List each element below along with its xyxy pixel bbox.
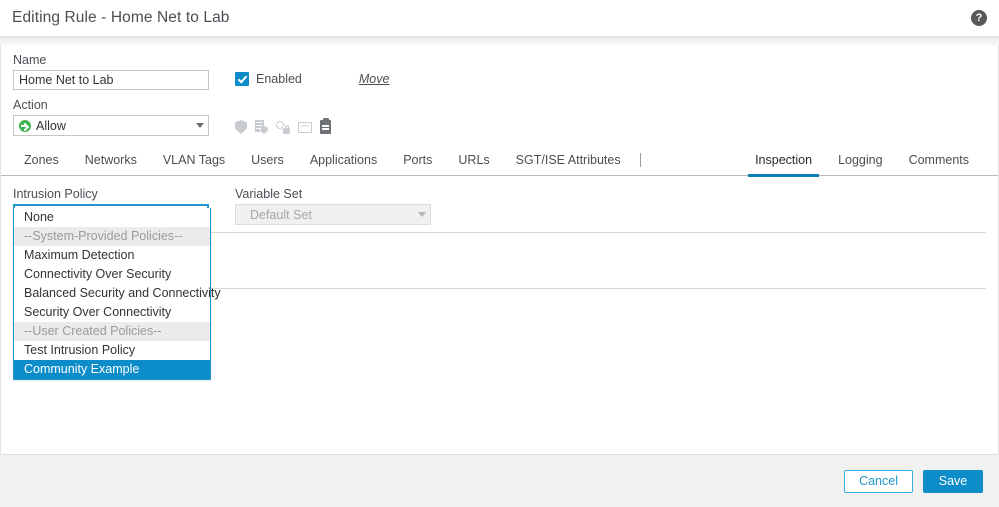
inspection-fields: Intrusion Policy None None --System-Prov…: [13, 187, 986, 380]
save-button[interactable]: Save: [923, 469, 983, 493]
action-label: Action: [13, 98, 48, 112]
dropdown-option-community-example[interactable]: Community Example: [14, 360, 210, 379]
dropdown-group-user-created: --User Created Policies--: [14, 322, 210, 341]
tab-users[interactable]: Users: [238, 153, 297, 175]
chevron-down-icon: [196, 123, 204, 128]
intrusion-policy-field: Intrusion Policy None None --System-Prov…: [13, 187, 221, 380]
variable-set-label: Variable Set: [235, 187, 303, 201]
enabled-checkbox[interactable]: [235, 72, 249, 86]
rule-tabbar: Zones Networks VLAN Tags Users Applicati…: [1, 145, 998, 177]
cancel-button[interactable]: Cancel: [844, 469, 913, 493]
enabled-label: Enabled: [256, 72, 302, 86]
dropdown-option-maximum-detection[interactable]: Maximum Detection: [14, 246, 210, 265]
tab-ports[interactable]: Ports: [390, 153, 445, 175]
tab-sgt-ise-attributes[interactable]: SGT/ISE Attributes: [503, 153, 634, 175]
file-policy-icon[interactable]: [255, 120, 268, 134]
tab-comments[interactable]: Comments: [896, 153, 982, 175]
variable-set-select: Default Set: [235, 204, 431, 225]
intrusion-policy-dropdown[interactable]: None --System-Provided Policies-- Maximu…: [13, 208, 221, 380]
rule-inline-icons: [235, 118, 331, 134]
help-icon[interactable]: ?: [971, 10, 987, 26]
tabs-left-group: Zones Networks VLAN Tags Users Applicati…: [11, 145, 647, 175]
dropdown-group-system-provided: --System-Provided Policies--: [14, 227, 210, 246]
tab-logging[interactable]: Logging: [825, 153, 896, 175]
tabs-right-group: Inspection Logging Comments: [742, 145, 988, 177]
rule-top-form: Name Enabled Move Action Allow: [1, 45, 998, 136]
tab-networks[interactable]: Networks: [72, 153, 150, 175]
action-row: Allow: [13, 115, 986, 136]
action-select[interactable]: Allow: [13, 115, 209, 136]
dialog-titlebar: Editing Rule - Home Net to Lab ?: [0, 0, 999, 36]
intrusion-policy-label: Intrusion Policy: [13, 187, 98, 201]
chevron-down-icon: [418, 212, 426, 217]
editing-rule-dialog: Editing Rule - Home Net to Lab ? Name En…: [0, 0, 999, 507]
logging-icon[interactable]: [320, 118, 331, 134]
inspection-panel: Intrusion Policy None None --System-Prov…: [1, 176, 998, 380]
dialog-title: Editing Rule - Home Net to Lab: [12, 9, 230, 26]
variable-set-value: Default Set: [250, 207, 312, 222]
dialog-body: Name Enabled Move Action Allow: [0, 45, 999, 454]
name-label: Name: [13, 53, 47, 67]
dialog-footer: Cancel Save: [0, 454, 999, 507]
identity-inspection-icon[interactable]: [276, 120, 290, 134]
dropdown-option-balanced-security-and-connectivity[interactable]: Balanced Security and Connectivity: [14, 284, 221, 303]
enabled-checkbox-group[interactable]: Enabled: [235, 72, 302, 86]
tab-vlan-tags[interactable]: VLAN Tags: [150, 153, 238, 175]
tab-zones[interactable]: Zones: [11, 153, 72, 175]
dropdown-option-test-intrusion-policy[interactable]: Test Intrusion Policy: [14, 341, 210, 360]
dropdown-option-none[interactable]: None: [14, 208, 210, 227]
name-input[interactable]: [13, 70, 209, 90]
action-select-value: Allow: [36, 118, 66, 133]
name-row: Enabled Move: [13, 70, 986, 90]
tab-urls[interactable]: URLs: [445, 153, 502, 175]
tab-inspection[interactable]: Inspection: [742, 153, 825, 177]
dropdown-option-connectivity-over-security[interactable]: Connectivity Over Security: [14, 265, 210, 284]
allow-arrow-icon: [19, 119, 31, 132]
tab-applications[interactable]: Applications: [297, 153, 390, 175]
titlebar-divider: [0, 36, 999, 45]
shield-icon[interactable]: [235, 120, 247, 134]
preview-icon[interactable]: [298, 121, 312, 133]
tab-separator: [639, 153, 641, 167]
variable-set-field: Variable Set Default Set: [235, 187, 433, 225]
move-link[interactable]: Move: [359, 72, 390, 86]
dropdown-option-security-over-connectivity[interactable]: Security Over Connectivity: [14, 303, 210, 322]
